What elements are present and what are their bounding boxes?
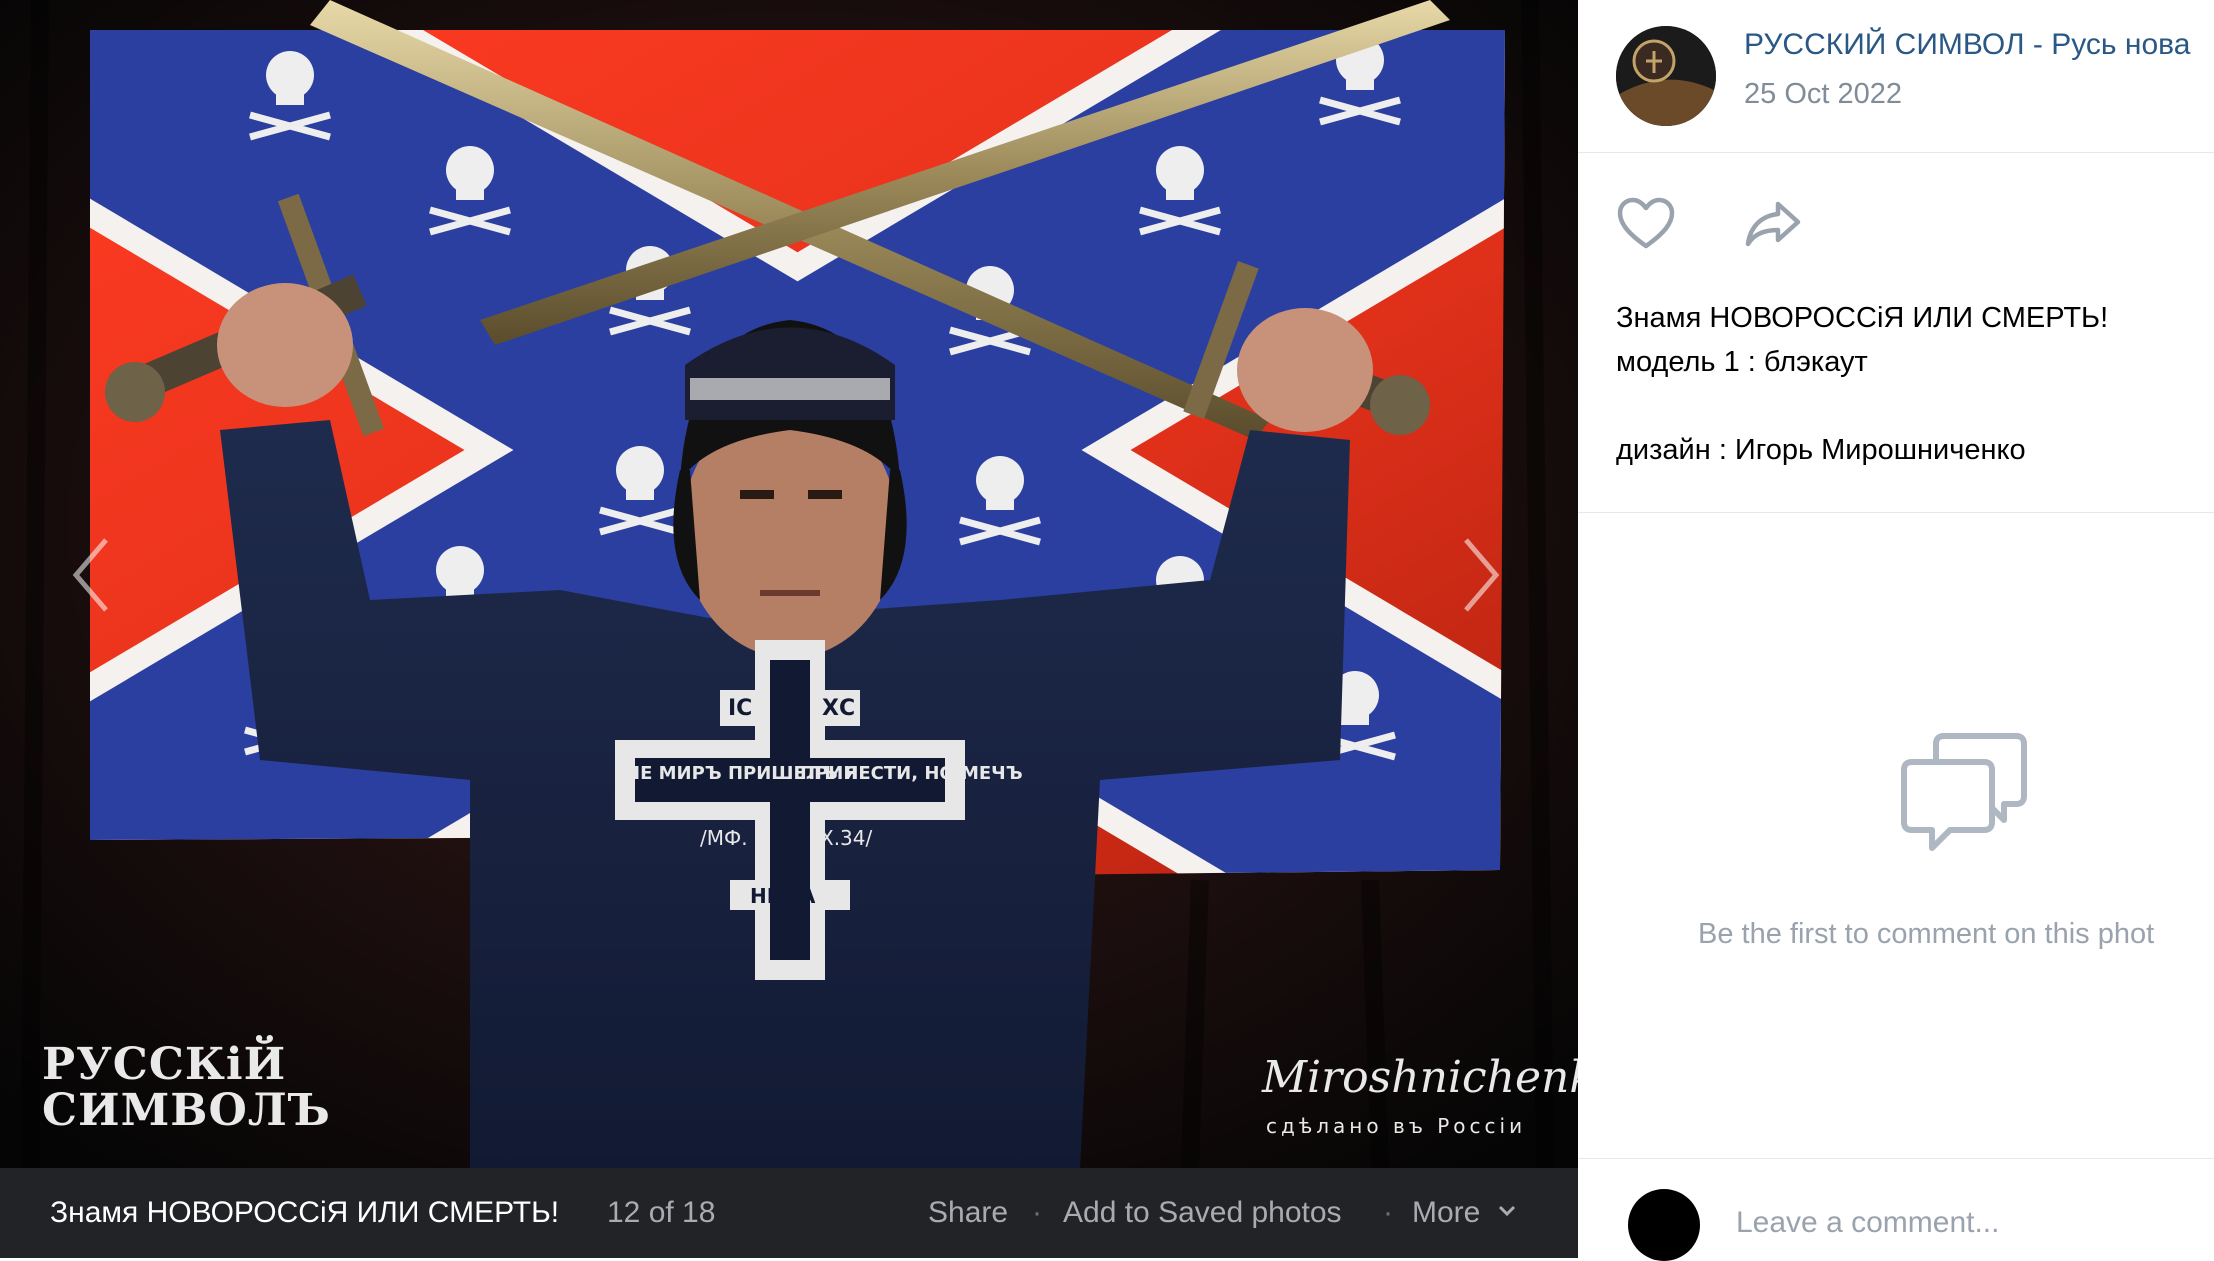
watermark-made-in-russia: сдѣлано въ Россіи xyxy=(1266,1114,1527,1138)
post-date[interactable]: 25 Oct 2022 xyxy=(1744,78,1902,111)
photo-title: Знамя НОВОРОССіЯ ИЛИ СМЕРТЬ! xyxy=(50,1196,560,1229)
shirt-text-right: ПРИНЕСТИ, НО МЕЧЪ xyxy=(800,763,1023,784)
post-header: РУССКИЙ СИМВОЛ - Русь нова 25 Oct 2022 xyxy=(1578,0,2214,153)
post-side-panel: РУССКИЙ СИМВОЛ - Русь нова 25 Oct 2022 З… xyxy=(1578,0,2214,1261)
photo-counter: 12 of 18 xyxy=(607,1196,716,1229)
action-separator: · xyxy=(1032,1196,1042,1229)
photo-artwork xyxy=(0,0,1578,1168)
photo-viewer: НЕ МИРЪ ПРИШЕЛЪ Я ПРИНЕСТИ, НО МЕЧЪ ІС Х… xyxy=(0,0,1578,1258)
description-line: дизайн : Игорь Мирошниченко xyxy=(1616,434,2026,466)
user-avatar[interactable] xyxy=(1628,1189,1700,1261)
chevron-left-icon[interactable] xyxy=(64,530,124,620)
shirt-text-top-left: ІС xyxy=(728,696,753,721)
shirt-text-top-right: ХС xyxy=(822,696,856,721)
heart-icon[interactable] xyxy=(1616,196,1676,252)
share-button[interactable]: Share xyxy=(928,1168,1008,1258)
description-line: Знамя НОВОРОССіЯ ИЛИ СМЕРТЬ! xyxy=(1616,302,2109,334)
chevron-down-icon[interactable] xyxy=(1495,1198,1519,1222)
empty-comments-text: Be the first to comment on this phot xyxy=(1698,918,2155,950)
shirt-ref-left: /МФ. xyxy=(700,826,748,850)
more-button[interactable]: More xyxy=(1412,1168,1480,1258)
comment-input[interactable] xyxy=(1736,1203,2196,1243)
shirt-ref-right: Х.34/ xyxy=(820,826,873,850)
add-to-saved-button[interactable]: Add to Saved photos xyxy=(1063,1168,1342,1258)
description-line: модель 1 : блэкаут xyxy=(1616,346,1868,378)
group-name-link[interactable]: РУССКИЙ СИМВОЛ - Русь нова xyxy=(1744,28,2190,62)
watermark-miroshnichenko: Miroshnichenko xyxy=(1262,1052,1578,1103)
description-line xyxy=(1616,384,2108,428)
photo[interactable]: НЕ МИРЪ ПРИШЕЛЪ Я ПРИНЕСТИ, НО МЕЧЪ ІС Х… xyxy=(0,0,1578,1168)
post-description: Знамя НОВОРОССіЯ ИЛИ СМЕРТЬ! модель 1 : … xyxy=(1616,296,2108,472)
chevron-right-icon[interactable] xyxy=(1448,530,1508,620)
share-arrow-icon[interactable] xyxy=(1742,198,1804,250)
comments-icon xyxy=(1901,733,2027,851)
watermark-russkiy-simvol: РУССКіЙ СИМВОЛЪ xyxy=(42,1039,331,1136)
action-separator: · xyxy=(1383,1196,1393,1229)
photo-caption-bar: Знамя НОВОРОССіЯ ИЛИ СМЕРТЬ! 12 of 18 Sh… xyxy=(0,1168,1578,1258)
comment-composer xyxy=(1578,1158,2214,1261)
divider xyxy=(1578,512,2214,513)
group-logo-icon xyxy=(1616,26,1716,126)
shirt-text-bottom: НИКА xyxy=(750,884,816,908)
group-avatar[interactable] xyxy=(1616,26,1716,126)
